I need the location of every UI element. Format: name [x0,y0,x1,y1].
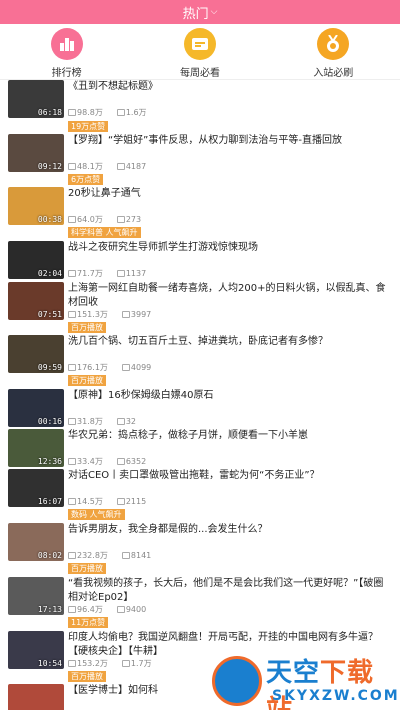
video-meta: 98.8万 1.6万 [68,107,147,118]
comment-icon [116,109,125,116]
video-title: 【罗翔】“学姐好”事件反思，从权力聊到法治与平等-直播回放 [68,135,342,146]
comment-icon [116,458,125,465]
video-title: 战斗之夜研究生导师抓学生打游戏惊悚现场 [68,242,258,253]
video-title: 告诉男朋友，我全身都是假的...会发生什么？ [68,524,268,535]
video-tag: 6万点赞 [68,174,104,185]
chevron-down-icon: ⌵ [210,7,218,17]
comment-icon [116,606,125,613]
duration: 00:16 [37,417,62,426]
play-count-icon [68,364,76,371]
weekly-icon [183,28,216,60]
video-title: 对话CEO丨卖口罩做吸管出拖鞋，雷蛇为何“不务正业”？ [68,470,320,481]
video-title: 《丑到不想起标题》 [68,81,158,92]
duration: 08:02 [37,551,62,560]
video-meta: 48.1万 4187 [68,161,146,172]
comment-icon [116,498,125,505]
medal-icon [317,28,350,60]
nav-label: 每周必看 [179,68,220,79]
nav-weekly[interactable]: 每周必看 [133,24,266,79]
comment-icon [116,163,125,170]
video-title: 上海第一网红自助餐一绪寿喜烧，人均200+的日料火锅，以假乱真、食材回收 [68,283,386,308]
page-title: 热门 [182,6,209,22]
video-thumbnail: 12:36 [8,429,64,467]
video-thumbnail [8,684,64,710]
duration: 00:38 [37,215,62,224]
video-meta: 31.8万 32 [68,416,136,427]
nav-label: 排行榜 [51,68,82,79]
watermark-domain: SKYXZW.COM [272,688,400,704]
play-count-icon [68,660,76,667]
video-tag: 科学科普 人气飙升 [68,227,141,238]
duration: 09:12 [37,162,62,171]
comment-icon [116,270,125,277]
nav-must-watch[interactable]: 入站必刷 [267,24,400,79]
video-thumbnail: 16:07 [8,469,64,507]
video-tag: 百万播放 [68,671,106,682]
video-title: “看我视频的孩子，长大后，他们是不是会比我们这一代更好呢？”【破圈相对论Ep02… [68,578,384,603]
play-count-icon [68,458,76,465]
play-count-icon [68,216,76,223]
comment-icon [121,552,130,559]
video-thumbnail: 07:51 [8,282,64,320]
video-title: 20秒让鼻子通气 [68,188,141,199]
video-thumbnail: 17:13 [8,577,64,615]
video-tag: 百万播放 [68,375,106,386]
duration: 07:51 [37,310,62,319]
video-meta: 96.4万 9400 [68,604,146,615]
play-count-icon [68,418,76,425]
video-tag: 百万播放 [68,563,106,574]
video-thumbnail: 02:04 [8,241,64,279]
duration: 12:36 [37,457,62,466]
duration: 02:04 [37,269,62,278]
video-tag: 数码 人气飙升 [68,509,125,520]
video-meta: 153.2万 1.7万 [68,658,152,669]
comment-icon [116,418,125,425]
comment-icon [116,216,125,223]
video-meta: 176.1万 4099 [68,362,151,373]
nav-ranking[interactable]: 排行榜 [0,24,133,79]
top-bar[interactable]: 热门 ⌵ [0,0,400,24]
watermark-logo-icon [212,656,262,706]
play-count-icon [68,163,76,170]
video-title: 洗几百个锅、切五百斤土豆、掉进粪坑，卧底记者有多惨？ [68,336,328,347]
play-count-icon [68,311,76,318]
duration: 09:59 [37,363,62,372]
video-meta: 71.7万 1137 [68,268,146,279]
video-thumbnail: 10:54 [8,631,64,669]
video-thumbnail: 00:38 [8,187,64,225]
play-count-icon [68,498,76,505]
ranking-icon [50,28,83,60]
video-thumbnail: 09:12 [8,134,64,172]
duration: 16:07 [37,497,62,506]
duration: 17:13 [37,605,62,614]
duration: 10:54 [37,659,62,668]
duration: 06:18 [37,108,62,117]
video-thumbnail: 06:18 [8,80,64,118]
video-thumbnail: 09:59 [8,335,64,373]
video-tag: 11万点赞 [68,617,109,628]
nav-label: 入站必刷 [313,68,354,79]
comment-icon [121,660,130,667]
comment-icon [121,364,130,371]
video-meta: 232.8万 8141 [68,550,151,561]
video-thumbnail: 00:16 [8,389,64,427]
video-meta: 64.0万 273 [68,214,141,225]
video-thumbnail: 08:02 [8,523,64,561]
video-tag: 19万点赞 [68,121,109,132]
play-count-icon [68,552,76,559]
video-tag: 百万播放 [68,322,106,333]
video-meta: 33.4万 6352 [68,456,146,467]
play-count-icon [68,270,76,277]
video-meta: 14.5万 2115 [68,496,146,507]
video-title: 【原神】16秒保姆级白嫖40原石 [68,390,214,401]
quick-nav: 排行榜 每周必看 入站必刷 [0,24,400,80]
comment-icon [121,311,130,318]
site-watermark: 天空下载站 SKYXZW.COM [212,652,398,710]
play-count-icon [68,109,76,116]
video-title: 华农兄弟：捣点稔子，做稔子月饼，顺便看一下小羊崽 [68,430,308,441]
play-count-icon [68,606,76,613]
video-meta: 151.3万 3997 [68,309,151,320]
